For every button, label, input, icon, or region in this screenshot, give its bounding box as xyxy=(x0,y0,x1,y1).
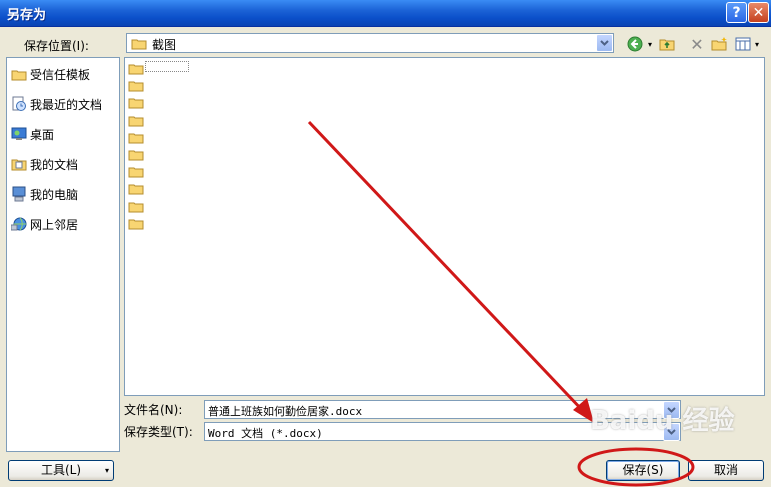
up-folder-icon[interactable] xyxy=(657,34,677,54)
delete-icon[interactable]: ✕ xyxy=(687,34,707,54)
back-dropdown-icon[interactable]: ▾ xyxy=(646,34,654,54)
folder-item-icon[interactable] xyxy=(128,165,144,178)
folder-item-icon[interactable] xyxy=(128,79,144,92)
close-button[interactable]: ✕ xyxy=(748,2,769,23)
title-bar: 另存为 ? ✕ xyxy=(0,0,771,27)
save-button[interactable]: 保存(S) xyxy=(606,460,680,481)
place-recent-documents[interactable]: 我最近的文档 xyxy=(11,92,102,116)
cancel-button[interactable]: 取消 xyxy=(688,460,764,481)
recent-docs-icon xyxy=(11,96,27,112)
filename-value: 普通上班族如何勤俭居家.docx xyxy=(208,405,363,418)
my-computer-icon xyxy=(11,186,27,202)
folder-item-icon[interactable] xyxy=(128,200,144,213)
place-desktop[interactable]: 桌面 xyxy=(11,122,54,146)
place-label: 受信任模板 xyxy=(30,67,91,82)
place-label: 桌面 xyxy=(30,127,55,142)
folder-item-icon[interactable] xyxy=(128,217,144,230)
focus-rect xyxy=(145,61,189,72)
new-folder-icon[interactable] xyxy=(709,34,729,54)
views-icon[interactable] xyxy=(734,34,752,54)
save-label: 保存(S) xyxy=(622,463,664,477)
chevron-down-icon: ▾ xyxy=(104,466,109,475)
place-network[interactable]: 网上邻居 xyxy=(11,212,78,236)
place-trusted-templates[interactable]: 受信任模板 xyxy=(11,62,90,86)
window-title: 另存为 xyxy=(7,8,47,23)
save-location-combo[interactable]: 截图 xyxy=(126,33,614,53)
my-documents-icon xyxy=(11,156,27,172)
back-icon[interactable] xyxy=(626,34,644,54)
folder-item-icon[interactable] xyxy=(128,182,144,195)
folder-item-icon[interactable] xyxy=(128,62,144,75)
place-label: 我的文档 xyxy=(30,157,79,172)
place-my-computer[interactable]: 我的电脑 xyxy=(11,182,78,206)
folder-icon xyxy=(11,66,27,82)
save-location-value: 截图 xyxy=(152,38,177,52)
filetype-value: Word 文档 (*.docx) xyxy=(208,427,323,440)
file-list[interactable] xyxy=(124,57,765,396)
watermark: Baidu 经验 xyxy=(590,406,735,436)
help-button[interactable]: ? xyxy=(726,2,747,23)
folder-item-icon[interactable] xyxy=(128,131,144,144)
folder-item-icon[interactable] xyxy=(128,114,144,127)
place-label: 我最近的文档 xyxy=(30,97,103,112)
filename-label: 文件名(N): xyxy=(124,403,183,417)
desktop-icon xyxy=(11,126,27,142)
folder-item-icon[interactable] xyxy=(128,96,144,109)
places-bar: 受信任模板 我最近的文档 桌面 我的文档 我的电脑 网上邻居 xyxy=(6,57,120,452)
folder-item-icon[interactable] xyxy=(128,148,144,161)
place-label: 我的电脑 xyxy=(30,187,79,202)
save-location-label: 保存位置(I): xyxy=(24,39,89,53)
tools-label: 工具(L) xyxy=(40,463,82,477)
folder-icon xyxy=(131,37,147,53)
place-label: 网上邻居 xyxy=(30,217,79,232)
cancel-label: 取消 xyxy=(713,463,738,477)
tools-button[interactable]: 工具(L) ▾ xyxy=(8,460,114,481)
views-dropdown-icon[interactable]: ▾ xyxy=(753,34,761,54)
place-my-documents[interactable]: 我的文档 xyxy=(11,152,78,176)
chevron-down-icon[interactable] xyxy=(596,34,613,52)
network-icon xyxy=(11,216,27,232)
filetype-label: 保存类型(T): xyxy=(124,425,193,439)
